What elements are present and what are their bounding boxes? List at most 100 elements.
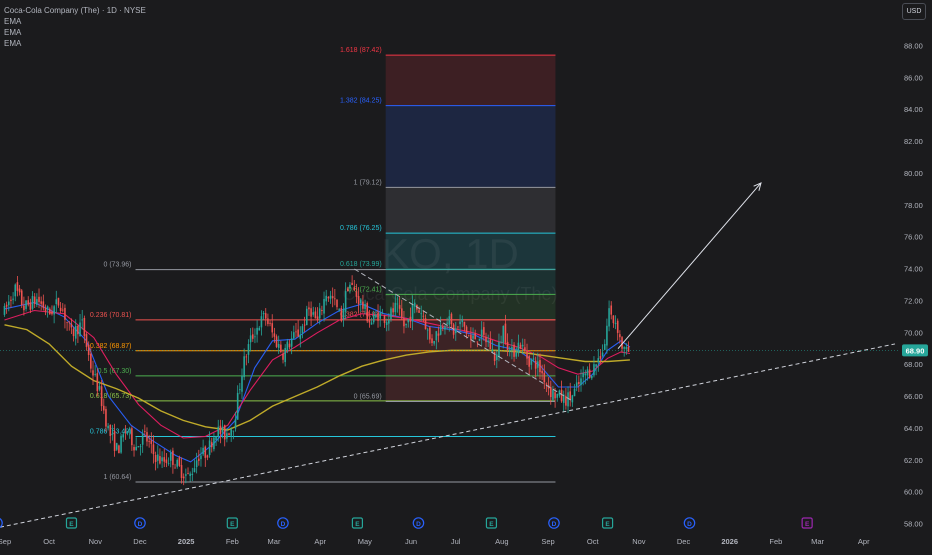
candle-down [282,353,284,360]
candle-up [236,392,239,420]
candle-up [215,436,217,441]
candle-up [120,435,122,453]
candle-down [316,316,319,320]
candle-up [591,375,593,379]
candle-down [165,459,168,463]
event-marker-label: E [805,521,810,528]
chart-canvas[interactable]: KO, 1DCoca-Cola Company (The) 1 (60.64)0… [0,0,932,550]
candle-up [515,352,518,357]
candle-down [77,325,79,335]
candle-up [167,463,170,464]
candle-down [588,369,591,379]
candle-down [102,405,105,411]
candle-down [340,308,343,321]
chart-legend: Coca-Cola Company (The) · 1D · NYSE EMA … [4,5,146,49]
candle-up [53,306,55,315]
candle-down [368,319,371,323]
candle-up [200,455,202,460]
candle-up [413,302,416,307]
candle-up [448,316,451,325]
candle-down [321,310,323,312]
candle-up [495,354,498,361]
candle-down [549,387,552,398]
ema-indicator-2[interactable]: EMA [4,27,146,38]
fib-retracement-label: 0.382 (68.87) [90,343,132,350]
event-marker-label: D [552,521,557,528]
x-axis-tick-label: Sep [541,537,554,546]
current-price-label: 68.90 [906,346,925,355]
x-axis-tick-label: Jul [451,537,461,546]
candle-down [154,454,157,462]
candle-down [513,344,515,357]
candle-down [251,334,254,339]
fib-extension-zone [385,105,556,188]
candle-up [396,303,399,305]
candle-down [366,303,369,322]
candle-up [537,361,539,368]
candle-up [364,303,366,309]
candle-down [198,458,200,461]
candle-down [180,465,183,478]
candle-up [597,358,600,363]
candle-up [325,295,328,302]
candle-up [381,313,384,315]
ema-indicator-1[interactable]: EMA [4,16,146,27]
candle-down [297,329,299,337]
x-axis-tick-label: Jun [405,537,417,546]
candle-up [234,419,237,429]
candle-up [407,319,410,323]
candle-down [245,356,248,358]
candle-down [10,299,12,301]
ema-indicator-3[interactable]: EMA [4,38,146,49]
candle-down [470,334,472,340]
candle-up [595,364,597,367]
candle-down [100,386,103,407]
candle-down [275,336,278,347]
candle-up [439,325,442,335]
candle-down [38,296,40,303]
candle-up [318,308,321,319]
candle-down [144,430,146,432]
currency-button[interactable]: USD [902,3,926,20]
candle-up [221,426,224,433]
candle-up [128,428,131,430]
candle-down [204,446,207,458]
y-axis-tick-label: 88.00 [904,41,923,50]
candle-down [450,313,453,325]
symbol-title[interactable]: Coca-Cola Company (The) · 1D · NYSE [4,5,146,16]
candle-down [87,344,90,356]
candle-down [541,370,543,374]
candle-up [74,325,77,339]
candle-up [256,327,258,335]
candle-down [59,307,62,311]
y-axis-tick-label: 64.00 [904,424,923,433]
candle-up [625,347,628,350]
candle-down [210,442,213,448]
event-marker-label: E [69,521,74,528]
candle-up [498,341,500,357]
candle-up [226,433,228,439]
candle-up [388,320,390,324]
candle-down [174,467,176,469]
candle-down [223,425,226,440]
candle-up [459,321,461,325]
candle-up [213,437,215,450]
x-axis-tick-label: Feb [226,537,239,546]
price-chart[interactable]: KO, 1D Coca-Cola Company (The) 1 (60.64) 0… [0,0,932,550]
candle-up [342,309,345,320]
candle-up [426,329,429,331]
candle-down [383,315,386,323]
event-marker-label: D [281,521,286,528]
candle-down [534,360,537,369]
candle-down [303,324,306,326]
candle-down [206,455,209,458]
candle-down [288,343,291,348]
candle-up [14,284,17,297]
candle-up [260,316,263,328]
candle-up [55,299,58,305]
candle-up [606,325,608,346]
candle-up [433,341,435,344]
candle-up [593,364,595,376]
candle-up [359,299,362,304]
candle-down [310,308,312,317]
